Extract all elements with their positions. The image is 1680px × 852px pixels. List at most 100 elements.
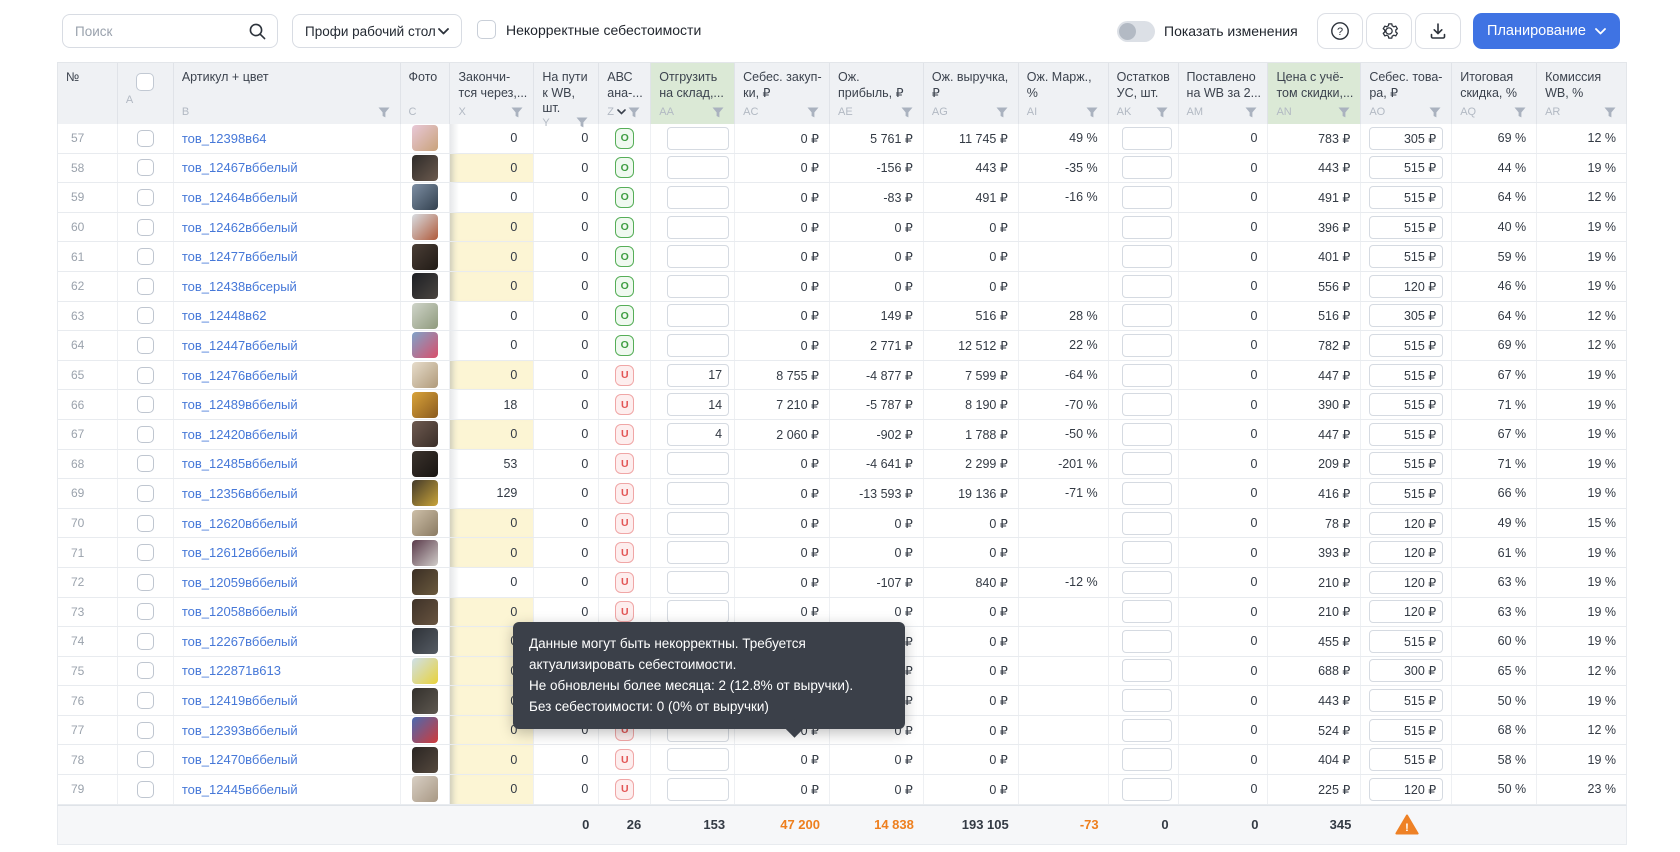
us-stock-input[interactable] [1122, 275, 1172, 298]
item-cost-input[interactable] [1369, 156, 1443, 179]
row-checkbox[interactable] [137, 633, 154, 650]
us-stock-input[interactable] [1122, 334, 1172, 357]
filter-icon[interactable] [712, 107, 724, 118]
column-header-ao[interactable]: Себес. това- ра, ₽AO [1361, 63, 1452, 124]
product-photo[interactable] [412, 658, 438, 684]
item-cost-input[interactable] [1369, 216, 1443, 239]
us-stock-input[interactable] [1122, 216, 1172, 239]
column-header-article[interactable]: Артикул + цветB [174, 63, 401, 124]
product-photo[interactable] [412, 628, 438, 654]
item-cost-input[interactable] [1369, 482, 1443, 505]
article-link[interactable]: тов_12448в62 [174, 308, 267, 323]
product-photo[interactable] [412, 273, 438, 299]
article-link[interactable]: тов_122871в613 [174, 663, 281, 678]
article-link[interactable]: тов_12393вббелый [174, 723, 298, 738]
article-link[interactable]: тов_12612вббелый [174, 545, 298, 560]
article-link[interactable]: тов_12419вббелый [174, 693, 298, 708]
article-link[interactable]: тов_12489вббелый [174, 397, 298, 412]
column-header-ag[interactable]: Ож. выручка, ₽AG [924, 63, 1019, 124]
row-checkbox[interactable] [137, 337, 154, 354]
us-stock-input[interactable] [1122, 689, 1172, 712]
article-link[interactable]: тов_12485вббелый [174, 456, 298, 471]
us-stock-input[interactable] [1122, 186, 1172, 209]
item-cost-input[interactable] [1369, 571, 1443, 594]
ship-qty-input[interactable] [667, 364, 729, 387]
help-button[interactable]: ? [1317, 13, 1363, 49]
product-photo[interactable] [412, 155, 438, 181]
us-stock-input[interactable] [1122, 364, 1172, 387]
article-link[interactable]: тов_12445вббелый [174, 782, 298, 797]
row-checkbox[interactable] [137, 130, 154, 147]
search-box[interactable] [62, 14, 278, 48]
product-photo[interactable] [412, 510, 438, 536]
filter-icon[interactable] [576, 117, 588, 128]
product-photo[interactable] [412, 480, 438, 506]
filter-icon[interactable] [901, 107, 913, 118]
ship-qty-input[interactable] [667, 482, 729, 505]
product-photo[interactable] [412, 303, 438, 329]
product-photo[interactable] [412, 362, 438, 388]
article-link[interactable]: тов_12447вббелый [174, 338, 298, 353]
product-photo[interactable] [412, 421, 438, 447]
item-cost-input[interactable] [1369, 600, 1443, 623]
filter-icon[interactable] [378, 107, 390, 118]
ship-qty-input[interactable] [667, 304, 729, 327]
ship-qty-input[interactable] [667, 423, 729, 446]
item-cost-input[interactable] [1369, 423, 1443, 446]
planning-button[interactable]: Планирование [1473, 13, 1620, 49]
ship-qty-input[interactable] [667, 186, 729, 209]
us-stock-input[interactable] [1122, 127, 1172, 150]
item-cost-input[interactable] [1369, 364, 1443, 387]
item-cost-input[interactable] [1369, 512, 1443, 535]
row-checkbox[interactable] [137, 219, 154, 236]
us-stock-input[interactable] [1122, 571, 1172, 594]
item-cost-input[interactable] [1369, 186, 1443, 209]
item-cost-input[interactable] [1369, 719, 1443, 742]
download-button[interactable] [1415, 13, 1461, 49]
row-checkbox[interactable] [137, 722, 154, 739]
us-stock-input[interactable] [1122, 512, 1172, 535]
product-photo[interactable] [412, 540, 438, 566]
row-checkbox[interactable] [137, 515, 154, 532]
show-changes-toggle[interactable] [1117, 21, 1155, 42]
ship-qty-input[interactable] [667, 156, 729, 179]
filter-icon[interactable] [1156, 107, 1168, 118]
row-checkbox[interactable] [137, 544, 154, 561]
column-header-photo[interactable]: ФотоC [401, 63, 451, 124]
article-link[interactable]: тов_12398в64 [174, 131, 267, 146]
filter-icon[interactable] [807, 107, 819, 118]
select-all-checkbox[interactable] [136, 73, 154, 91]
column-header-ai[interactable]: Ож. Марж., %AI [1019, 63, 1109, 124]
row-checkbox[interactable] [137, 662, 154, 679]
ship-qty-input[interactable] [667, 600, 729, 623]
us-stock-input[interactable] [1122, 748, 1172, 771]
row-checkbox[interactable] [137, 485, 154, 502]
us-stock-input[interactable] [1122, 778, 1172, 801]
us-stock-input[interactable] [1122, 156, 1172, 179]
product-photo[interactable] [412, 747, 438, 773]
product-photo[interactable] [412, 569, 438, 595]
ship-qty-input[interactable] [667, 393, 729, 416]
filter-icon[interactable] [1086, 107, 1098, 118]
row-checkbox[interactable] [137, 248, 154, 265]
ship-qty-input[interactable] [667, 127, 729, 150]
product-photo[interactable] [412, 451, 438, 477]
column-header-z[interactable]: АВС ана-...Z [599, 63, 651, 124]
row-checkbox[interactable] [137, 189, 154, 206]
product-photo[interactable] [412, 392, 438, 418]
column-header-num[interactable]: № [58, 63, 118, 124]
filter-icon[interactable] [1604, 107, 1616, 118]
article-link[interactable]: тов_12467вббелый [174, 160, 298, 175]
article-link[interactable]: тов_12438вбсерый [174, 279, 297, 294]
ship-qty-input[interactable] [667, 571, 729, 594]
filter-icon[interactable] [1429, 107, 1441, 118]
article-link[interactable]: тов_12267вббелый [174, 634, 298, 649]
filter-icon[interactable] [996, 107, 1008, 118]
item-cost-input[interactable] [1369, 689, 1443, 712]
us-stock-input[interactable] [1122, 452, 1172, 475]
ship-qty-input[interactable] [667, 541, 729, 564]
us-stock-input[interactable] [1122, 245, 1172, 268]
row-checkbox[interactable] [137, 396, 154, 413]
checkbox-box[interactable] [477, 20, 496, 39]
column-header-aq[interactable]: Итоговая скидка, %AQ [1452, 63, 1537, 124]
